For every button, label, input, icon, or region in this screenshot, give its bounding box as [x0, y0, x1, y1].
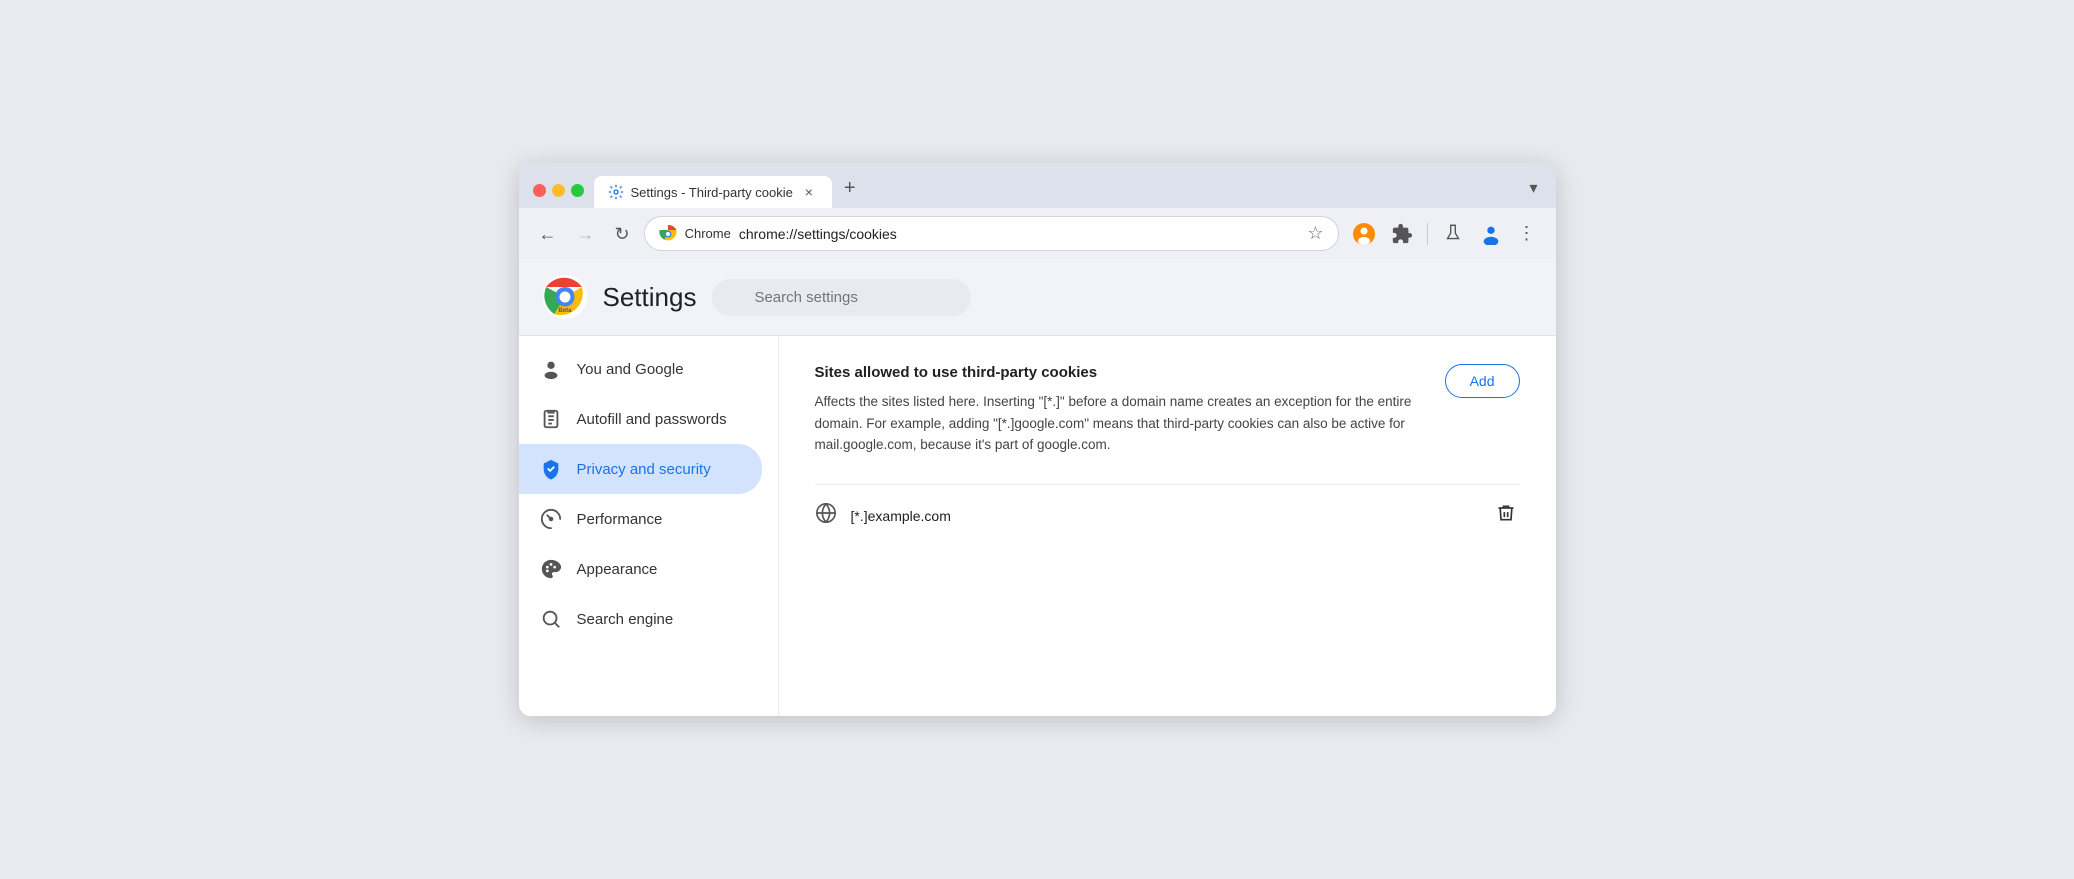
sidebar-item-you-and-google[interactable]: You and Google [519, 344, 762, 394]
shield-icon [539, 458, 563, 480]
nav-icons: ⋮ [1347, 219, 1542, 249]
tab-close-button[interactable]: × [800, 183, 818, 201]
add-button[interactable]: Add [1445, 364, 1520, 398]
sidebar-label-appearance: Appearance [577, 561, 658, 578]
trash-icon [1496, 503, 1516, 523]
profile-icon-button[interactable] [1347, 219, 1381, 249]
person-icon [539, 358, 563, 380]
sidebar-item-performance[interactable]: Performance [519, 494, 762, 544]
settings-page-title: Settings [603, 282, 697, 313]
main-panel: Sites allowed to use third-party cookies… [779, 336, 1556, 716]
delete-cookie-button[interactable] [1492, 499, 1520, 533]
cookie-domain: [*.]example.com [851, 508, 1478, 524]
settings-tab-icon [608, 184, 624, 200]
chrome-browser-icon [659, 225, 677, 243]
bookmark-icon[interactable]: ☆ [1307, 223, 1323, 244]
settings-header: Beta Settings 🔍 [519, 259, 1556, 336]
section-description: Affects the sites listed here. Inserting… [815, 391, 1421, 456]
tab-bar: Settings - Third-party cookie × + [594, 173, 1516, 208]
account-icon [1480, 223, 1502, 245]
section-header-row: Sites allowed to use third-party cookies… [815, 364, 1520, 480]
nav-divider [1427, 223, 1428, 245]
profile-icon [1353, 223, 1375, 245]
search-wrapper: 🔍 [712, 279, 1531, 316]
sidebar-item-privacy[interactable]: Privacy and security [519, 444, 762, 494]
lab-icon [1442, 223, 1464, 245]
extensions-icon [1391, 223, 1413, 245]
main-content: Beta Settings 🔍 You and Google [519, 259, 1556, 716]
minimize-window-button[interactable] [552, 184, 565, 197]
account-icon-button[interactable] [1474, 219, 1508, 249]
nav-bar: ← → ↻ Chrome chrome://settings/cookies ☆ [519, 208, 1556, 259]
svg-text:Beta: Beta [558, 308, 572, 314]
search-icon-sidebar [539, 608, 563, 630]
reload-button[interactable]: ↻ [609, 221, 636, 247]
back-button[interactable]: ← [533, 221, 563, 247]
lab-icon-button[interactable] [1436, 219, 1470, 249]
palette-icon [539, 558, 563, 580]
settings-search-input[interactable] [712, 279, 971, 316]
sidebar-label-search-engine: Search engine [577, 611, 674, 628]
globe-icon [815, 502, 837, 530]
sidebar-label-autofill: Autofill and passwords [577, 411, 727, 428]
title-bar: Settings - Third-party cookie × + ▾ [519, 163, 1556, 208]
settings-body: You and Google Autofill and passwords [519, 336, 1556, 716]
maximize-window-button[interactable] [571, 184, 584, 197]
sidebar-item-autofill[interactable]: Autofill and passwords [519, 394, 762, 444]
sidebar-item-search-engine[interactable]: Search engine [519, 594, 762, 644]
active-tab[interactable]: Settings - Third-party cookie × [594, 176, 832, 208]
clipboard-icon [539, 408, 563, 430]
close-window-button[interactable] [533, 184, 546, 197]
sidebar-label-performance: Performance [577, 511, 663, 528]
sidebar-label-privacy: Privacy and security [577, 461, 711, 478]
cookie-entry: [*.]example.com [815, 484, 1520, 547]
forward-button[interactable]: → [571, 221, 601, 247]
title-bar-right: ▾ [1525, 174, 1541, 208]
sidebar: You and Google Autofill and passwords [519, 336, 779, 716]
chrome-label: Chrome [685, 226, 731, 241]
browser-window: Settings - Third-party cookie × + ▾ ← → … [519, 163, 1556, 716]
extensions-icon-button[interactable] [1385, 219, 1419, 249]
tab-title: Settings - Third-party cookie [631, 185, 793, 200]
section-text-block: Sites allowed to use third-party cookies… [815, 364, 1421, 480]
more-options-button[interactable]: ⋮ [1512, 219, 1542, 248]
address-bar[interactable]: Chrome chrome://settings/cookies ☆ [644, 216, 1339, 251]
url-text: chrome://settings/cookies [739, 226, 1300, 242]
dropdown-button[interactable]: ▾ [1525, 174, 1541, 202]
chrome-logo: Beta [543, 275, 587, 319]
sidebar-item-appearance[interactable]: Appearance [519, 544, 762, 594]
section-title: Sites allowed to use third-party cookies [815, 364, 1421, 381]
gauge-icon [539, 508, 563, 530]
traffic-lights [533, 184, 584, 197]
sidebar-label-you-and-google: You and Google [577, 361, 684, 378]
new-tab-button[interactable]: + [836, 173, 864, 204]
